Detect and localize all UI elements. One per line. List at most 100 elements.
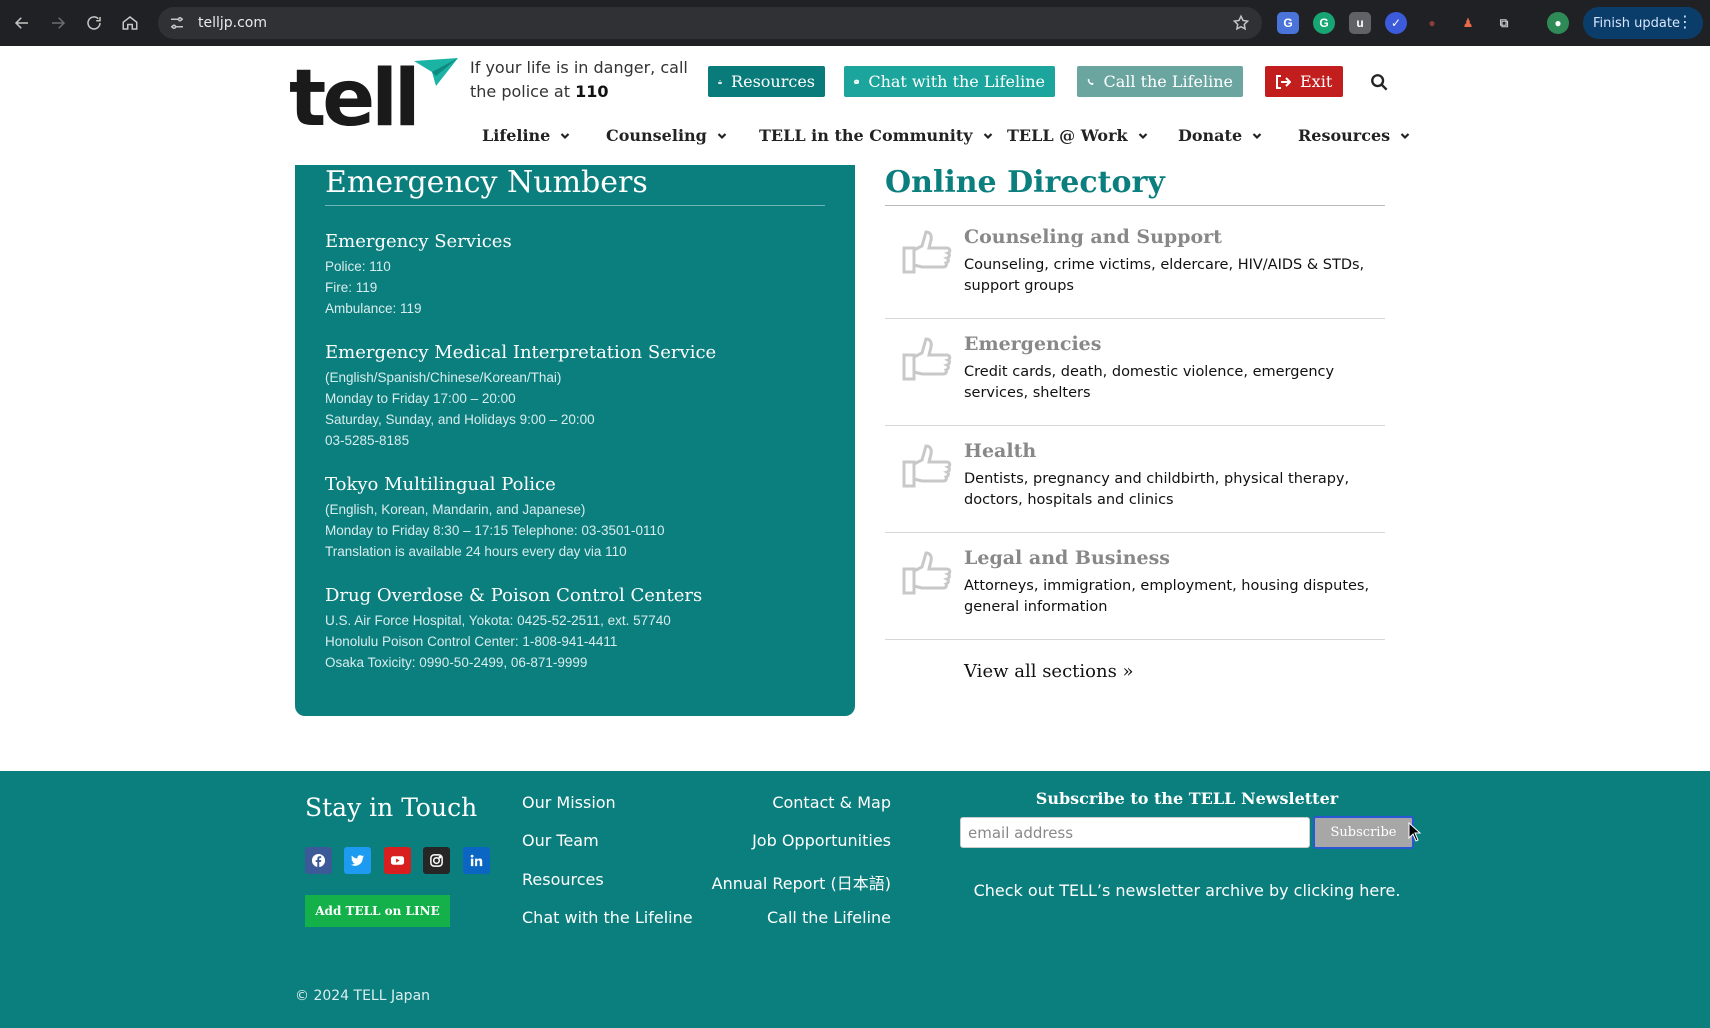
bookmark-star-icon[interactable] (1232, 14, 1250, 32)
profile-avatar-icon[interactable]: ● (1547, 12, 1569, 34)
danger-notice: If your life is in danger, call the poli… (470, 56, 690, 104)
thumbs-pointing-icon (902, 444, 952, 488)
chevron-down-icon (1252, 132, 1262, 139)
nav-resources[interactable]: Resources (1298, 126, 1410, 145)
nav-counseling-label: Counseling (606, 126, 707, 145)
directory-item-health[interactable]: Health Dentists, pregnancy and childbirt… (885, 426, 1385, 533)
nav-donate[interactable]: Donate (1178, 126, 1262, 145)
directory-item-desc: Credit cards, death, domestic violence, … (964, 364, 1335, 401)
emergency-divider (325, 205, 825, 206)
reload-icon[interactable] (76, 5, 112, 41)
footer-link-contact-map[interactable]: Contact & Map (772, 793, 891, 812)
book-reader-icon (718, 79, 722, 84)
block-line: 03-5285-8185 (325, 433, 410, 448)
more-menu-icon[interactable]: ⋮ (1677, 12, 1693, 31)
newsletter-email-input[interactable] (960, 817, 1310, 848)
newsletter-heading: Subscribe to the TELL Newsletter (1035, 789, 1339, 808)
block-title: Tokyo Multilingual Police (325, 474, 556, 495)
directory-item-counseling[interactable]: Counseling and Support Counseling, crime… (885, 212, 1385, 319)
emergency-numbers-panel: Emergency Numbers Emergency Services Pol… (295, 165, 855, 716)
online-directory: Online Directory Counseling and Support … (885, 165, 1385, 682)
record-dot-icon[interactable]: ● (1421, 12, 1443, 34)
directory-item-title: Legal and Business (964, 547, 1170, 569)
newsletter-archive-link[interactable]: Check out TELL’s newsletter archive by c… (960, 881, 1414, 900)
block-line: Honolulu Poison Control Center: 1-808-94… (325, 634, 618, 649)
block-line: Ambulance: 119 (325, 301, 422, 316)
directory-item-emergencies[interactable]: Emergencies Credit cards, death, domesti… (885, 319, 1385, 426)
twitter-icon[interactable] (344, 847, 371, 874)
nav-resources-label: Resources (1298, 126, 1391, 145)
footer-link-job-opportunities[interactable]: Job Opportunities (752, 831, 891, 850)
site-footer: Stay in Touch Add TELL on LINE Our Missi… (0, 771, 1710, 1028)
nav-community[interactable]: TELL in the Community (759, 126, 993, 145)
danger-line-2: the police at 110 (470, 80, 690, 104)
thumbs-pointing-icon (902, 230, 952, 274)
nav-community-label: TELL in the Community (759, 126, 973, 145)
block-line: Monday to Friday 17:00 – 20:00 (325, 391, 516, 406)
block-line: Translation is available 24 hours every … (325, 544, 627, 559)
call-lifeline-button[interactable]: Call the Lifeline (1077, 66, 1243, 97)
url-text: telljp.com (198, 15, 268, 31)
forward-icon[interactable] (40, 5, 76, 41)
view-all-sections-link[interactable]: View all sections » (964, 661, 1134, 682)
home-icon[interactable] (112, 5, 148, 41)
add-tell-line-button[interactable]: Add TELL on LINE (305, 895, 450, 927)
nav-tell-at-work[interactable]: TELL @ Work (1007, 126, 1148, 145)
block-line: Fire: 119 (325, 280, 378, 295)
footer-link-chat-lifeline[interactable]: Chat with the Lifeline (522, 908, 693, 927)
finish-update-button[interactable]: Finish update ⋮ (1583, 7, 1703, 39)
directory-item-desc: Attorneys, immigration, employment, hous… (964, 578, 1370, 615)
emergency-services-block: Emergency Services Police: 110 Fire: 119… (325, 231, 512, 319)
nav-lifeline[interactable]: Lifeline (482, 126, 570, 145)
chevron-down-icon (717, 132, 727, 139)
subscribe-button[interactable]: Subscribe (1313, 816, 1414, 849)
tell-logo[interactable]: tell (289, 58, 459, 142)
thumbs-pointing-icon (902, 551, 952, 595)
directory-item-title: Counseling and Support (964, 226, 1222, 248)
footer-link-our-team[interactable]: Our Team (522, 831, 599, 850)
ublock-extension-icon[interactable]: u (1349, 12, 1371, 34)
instagram-icon[interactable] (423, 847, 450, 874)
paper-plane-icon (414, 58, 458, 86)
footer-link-call-lifeline[interactable]: Call the Lifeline (767, 908, 891, 927)
footer-link-annual-report[interactable]: Annual Report (日本語) (712, 870, 891, 894)
call-lifeline-button-label: Call the Lifeline (1103, 72, 1233, 91)
block-title: Emergency Services (325, 231, 512, 252)
nav-counseling[interactable]: Counseling (606, 126, 727, 145)
back-icon[interactable] (4, 5, 40, 41)
search-icon[interactable] (1370, 73, 1388, 91)
youtube-icon[interactable] (384, 847, 411, 874)
directory-item-title: Emergencies (964, 333, 1102, 355)
shield-extension-icon[interactable]: ✓ (1385, 12, 1407, 34)
chat-lifeline-button[interactable]: Chat with the Lifeline (844, 66, 1055, 97)
facebook-icon[interactable] (305, 847, 332, 874)
footer-link-resources[interactable]: Resources (522, 870, 604, 889)
nav-donate-label: Donate (1178, 126, 1243, 145)
directory-item-desc: Dentists, pregnancy and childbirth, phys… (964, 471, 1350, 508)
multilingual-police-block: Tokyo Multilingual Police (English, Kore… (325, 474, 665, 562)
linkedin-icon[interactable] (463, 847, 490, 874)
exit-button[interactable]: Exit (1265, 66, 1343, 97)
chevron-down-icon (561, 132, 570, 139)
resources-button[interactable]: Resources (708, 66, 825, 97)
site-settings-icon[interactable] (168, 14, 186, 32)
puzzle-extensions-icon[interactable]: ⧉ (1493, 12, 1515, 34)
grammarly-extension-icon[interactable]: G (1313, 12, 1335, 34)
block-title: Drug Overdose & Poison Control Centers (325, 585, 703, 606)
block-line: Osaka Toxicity: 0990-50-2499, 06-871-999… (325, 655, 588, 670)
stay-in-touch-heading: Stay in Touch (305, 793, 478, 822)
chat-lifeline-button-label: Chat with the Lifeline (868, 72, 1045, 91)
medical-interpretation-block: Emergency Medical Interpretation Service… (325, 342, 716, 451)
block-line: U.S. Air Force Hospital, Yokota: 0425-52… (325, 613, 671, 628)
directory-item-legal[interactable]: Legal and Business Attorneys, immigratio… (885, 533, 1385, 640)
extension-person-icon[interactable]: ♟ (1457, 12, 1479, 34)
phone-icon (1087, 78, 1094, 85)
chat-bubble-icon (854, 79, 860, 84)
chevron-down-icon (983, 132, 992, 139)
copyright-text: © 2024 TELL Japan (295, 988, 431, 1004)
address-bar[interactable]: telljp.com (158, 7, 1262, 39)
block-line: Saturday, Sunday, and Holidays 9:00 – 20… (325, 412, 595, 427)
translate-extension-icon[interactable]: G (1277, 12, 1299, 34)
footer-link-our-mission[interactable]: Our Mission (522, 793, 616, 812)
danger-line-1: If your life is in danger, call (470, 58, 688, 77)
